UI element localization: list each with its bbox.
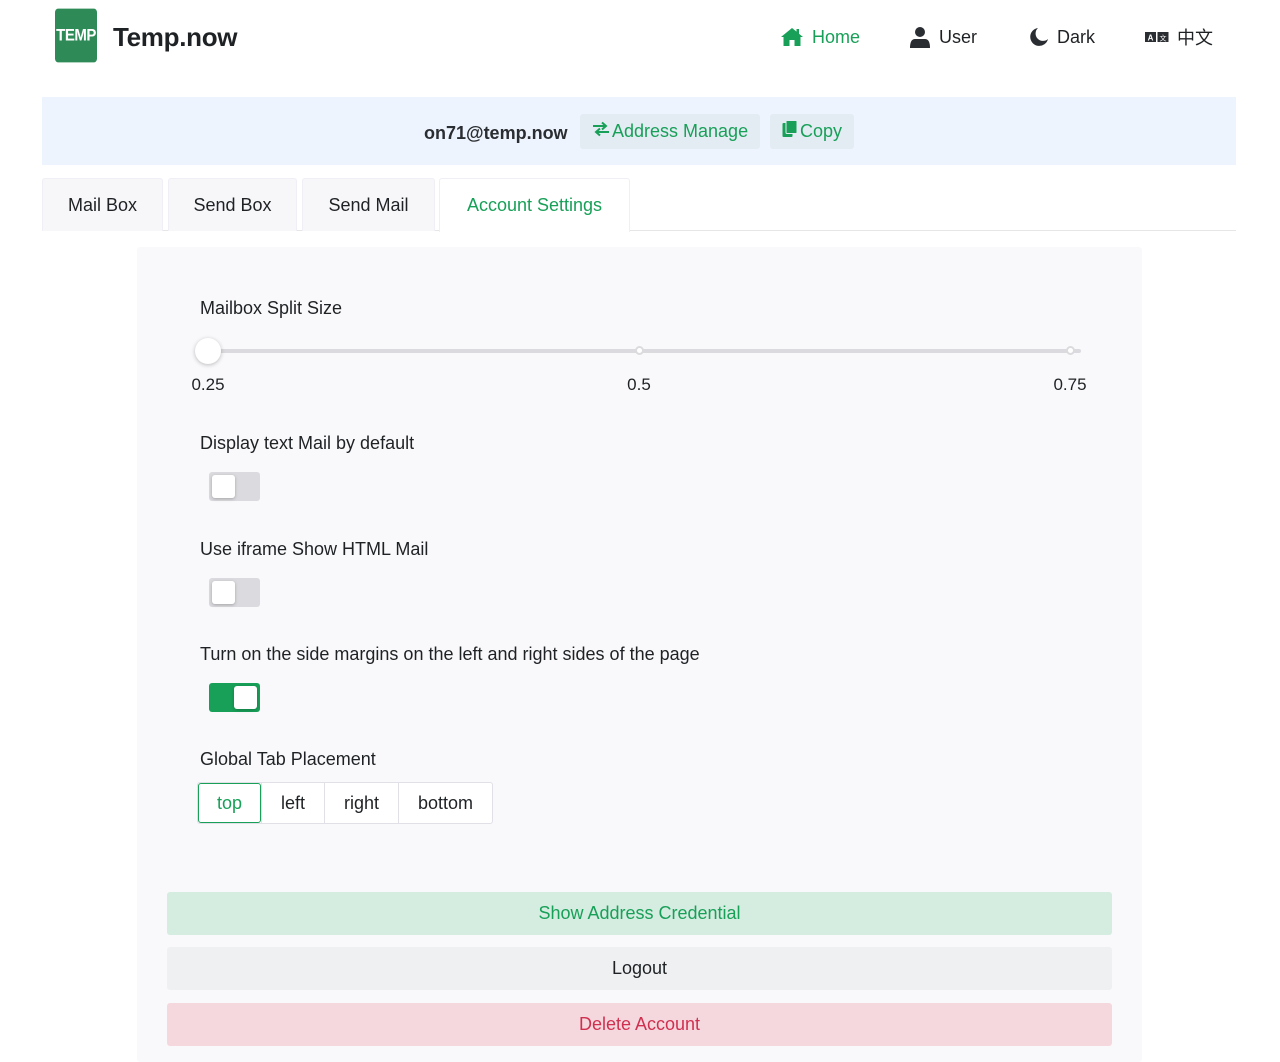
slider-mark-label: 0.5 [627, 375, 651, 394]
tab-placement-group: top left right bottom [197, 782, 493, 824]
tab-account-settings[interactable]: Account Settings [439, 178, 630, 232]
split-size-slider-handle[interactable] [195, 338, 221, 364]
side-margins-label: Turn on the side margins on the left and… [200, 644, 700, 664]
display-text-mail-switch[interactable] [209, 472, 260, 501]
nav-user-label: User [939, 26, 978, 47]
brand-name[interactable]: Temp.now [113, 22, 238, 53]
tab-send-box[interactable]: Send Box [168, 178, 297, 231]
copy-button[interactable]: Copy [770, 114, 855, 149]
language-icon: A文 [1145, 30, 1169, 44]
tab-mail-box[interactable]: Mail Box [42, 178, 163, 231]
nav-dark-label: Dark [1057, 26, 1096, 47]
nav-home[interactable]: Home [780, 22, 860, 52]
tab-placement-right[interactable]: right [324, 783, 398, 823]
tab-placement-label: Global Tab Placement [200, 749, 376, 769]
nav-language[interactable]: A文 中文 [1145, 22, 1213, 52]
display-text-mail-label: Display text Mail by default [200, 433, 415, 453]
use-iframe-switch[interactable] [209, 578, 260, 607]
user-icon [909, 26, 931, 48]
switch-knob [234, 686, 257, 709]
logo-text: TEMP [56, 25, 96, 46]
app-header: TEMP Temp.now Home User Dark A文 中文 [0, 0, 1280, 80]
delete-account-button[interactable]: Delete Account [167, 1003, 1112, 1046]
address-manage-label: Address Manage [612, 121, 749, 141]
slider-mark-dot [1066, 346, 1075, 355]
slider-mark-dot [635, 346, 644, 355]
tab-placement-top[interactable]: top [198, 783, 261, 823]
use-iframe-label: Use iframe Show HTML Mail [200, 539, 429, 559]
copy-label: Copy [800, 121, 843, 141]
switch-knob [212, 475, 235, 498]
tab-placement-bottom[interactable]: bottom [398, 783, 492, 823]
logout-button[interactable]: Logout [167, 947, 1112, 990]
swap-icon [592, 121, 610, 142]
copy-icon [782, 120, 798, 143]
nav-language-label: 中文 [1177, 28, 1213, 48]
switch-knob [212, 581, 235, 604]
moon-icon [1029, 27, 1049, 47]
tab-placement-left[interactable]: left [261, 783, 324, 823]
show-address-credential-button[interactable]: Show Address Credential [167, 892, 1112, 935]
slider-mark-label: 0.75 [1053, 375, 1087, 394]
logo[interactable]: TEMP [55, 8, 97, 63]
nav-dark[interactable]: Dark [1029, 22, 1095, 52]
home-icon [780, 27, 804, 47]
side-margins-switch[interactable] [209, 683, 260, 712]
svg-text:文: 文 [1160, 34, 1167, 43]
current-address: on71@temp.now [424, 123, 568, 143]
tab-send-mail[interactable]: Send Mail [302, 178, 435, 231]
svg-text:A: A [1148, 34, 1154, 43]
split-size-slider-rail[interactable] [208, 349, 1081, 353]
nav-user[interactable]: User [909, 22, 977, 52]
split-size-label: Mailbox Split Size [200, 298, 343, 318]
slider-mark-label: 0.25 [191, 375, 225, 394]
nav-home-label: Home [812, 26, 861, 47]
address-manage-button[interactable]: Address Manage [580, 114, 761, 149]
